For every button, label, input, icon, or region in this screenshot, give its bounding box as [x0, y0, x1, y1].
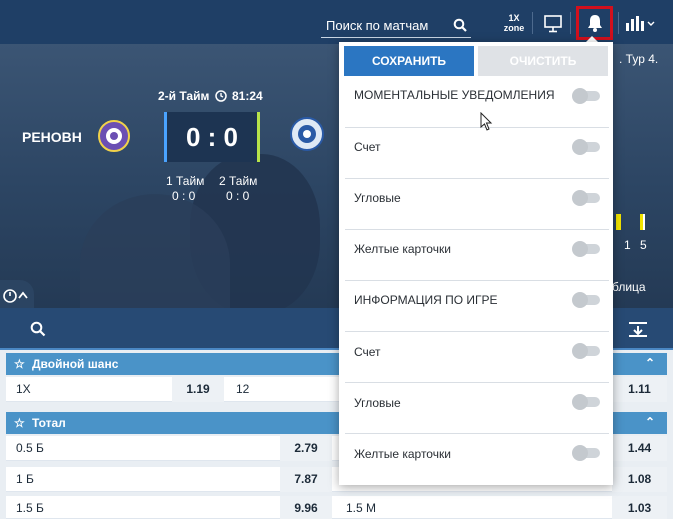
clear-button[interactable]: ОЧИСТИТЬ	[478, 46, 608, 76]
toggle-switch[interactable]	[572, 292, 600, 308]
notification-option-corners: Угловые	[345, 179, 609, 230]
statistics-icon[interactable]	[625, 14, 655, 32]
odds-button[interactable]: 9.96	[280, 496, 332, 519]
odds-button[interactable]: 1.08	[612, 467, 667, 492]
match-score: 0 : 0	[164, 112, 260, 162]
match-stats-toggle[interactable]	[0, 280, 34, 308]
stopwatch-icon	[3, 289, 28, 303]
outcome-label: 1.5 М	[346, 501, 377, 515]
toggle-switch[interactable]	[572, 445, 600, 461]
chevron-up-icon[interactable]: ⌃	[645, 415, 655, 429]
tournament-round: . Тур 4.	[619, 52, 659, 66]
second-half-label: 2 Тайм	[219, 174, 258, 188]
option-label: МОМЕНТАЛЬНЫЕ УВЕДОМЛЕНИЯ	[354, 88, 555, 102]
outcome-label: 1 Б	[16, 472, 34, 486]
clock-icon	[215, 90, 227, 102]
toggle-switch[interactable]	[572, 241, 600, 257]
option-label: Желтые карточки	[354, 242, 451, 256]
divider	[570, 12, 571, 34]
match-time: 81:24	[232, 89, 263, 103]
option-label: ИНФОРМАЦИЯ ПО ИГРЕ	[354, 293, 498, 307]
save-button[interactable]: СОХРАНИТЬ	[344, 46, 474, 76]
home-team-name: РЕНОВН	[22, 129, 82, 145]
notification-option-yellow-cards: Желтые карточки	[345, 434, 609, 485]
outcome-label: 1.5 Б	[16, 501, 44, 515]
notification-option-yellow-cards: Желтые карточки	[345, 230, 609, 281]
option-label: Счет	[354, 140, 381, 154]
toggle-switch[interactable]	[572, 88, 600, 104]
odds-button[interactable]: 2.79	[280, 436, 332, 461]
notification-option-instant: МОМЕНТАЛЬНЫЕ УВЕДОМЛЕНИЯ	[345, 77, 609, 128]
odds-button[interactable]: 1.19	[172, 377, 224, 402]
search-icon[interactable]	[453, 18, 467, 32]
monitor-icon[interactable]	[544, 15, 562, 33]
first-half-score: 0 : 0	[172, 189, 196, 203]
search-placeholder: Поиск по матчам	[326, 18, 429, 33]
odds-button[interactable]: 7.87	[280, 467, 332, 492]
first-half-label: 1 Тайм	[166, 174, 205, 188]
match-search-input[interactable]: Поиск по матчам	[321, 14, 471, 38]
zone-label-top: 1X	[508, 13, 520, 23]
odds-button[interactable]: 1.11	[612, 377, 667, 402]
notification-option-game-info: ИНФОРМАЦИЯ ПО ИГРЕ	[345, 281, 609, 332]
toggle-switch[interactable]	[572, 343, 600, 359]
divider	[532, 12, 533, 34]
chevron-up-icon[interactable]: ⌃	[645, 356, 655, 370]
1x-zone-button[interactable]: 1X zone	[502, 13, 526, 35]
notification-option-score: Счет	[345, 128, 609, 179]
outcome-label: 12	[236, 382, 250, 396]
home-team-logo-icon	[98, 120, 130, 152]
notification-option-corners: Угловые	[345, 383, 609, 434]
market-title: Двойной шанс	[32, 357, 119, 371]
option-label: Счет	[354, 345, 381, 359]
outcome-label: 1X	[16, 382, 31, 396]
stat-value-b: 5	[640, 238, 647, 252]
option-label: Желтые карточки	[354, 447, 451, 461]
table-row: 1.5 Б 9.96 1.5 М 1.03	[6, 496, 667, 519]
bell-icon	[588, 15, 602, 32]
collapse-all-icon[interactable]	[628, 321, 648, 337]
table-link[interactable]: блица	[612, 280, 646, 294]
text-cursor-icon	[480, 112, 493, 131]
odds-button[interactable]: 1.03	[612, 496, 667, 519]
option-label: Угловые	[354, 396, 401, 410]
zone-label-bottom: zone	[503, 23, 525, 33]
toggle-switch[interactable]	[572, 394, 600, 410]
stat-value-a: 1	[624, 238, 631, 252]
toggle-switch[interactable]	[572, 139, 600, 155]
odds-button[interactable]: 1.44	[612, 436, 667, 461]
card-stats-icon	[616, 214, 645, 230]
option-label: Угловые	[354, 191, 401, 205]
divider	[618, 12, 619, 34]
outcome-label: 0.5 Б	[16, 441, 44, 455]
notification-option-score: Счет	[345, 332, 609, 383]
second-half-score: 0 : 0	[226, 189, 250, 203]
away-team-logo-icon	[290, 117, 324, 151]
notifications-button[interactable]	[576, 6, 613, 40]
star-icon[interactable]: ☆	[14, 357, 25, 371]
toggle-switch[interactable]	[572, 190, 600, 206]
search-icon[interactable]	[30, 321, 46, 337]
market-title: Тотал	[32, 416, 66, 430]
star-icon[interactable]: ☆	[14, 416, 25, 430]
match-period: 2-й Тайм	[158, 89, 210, 103]
